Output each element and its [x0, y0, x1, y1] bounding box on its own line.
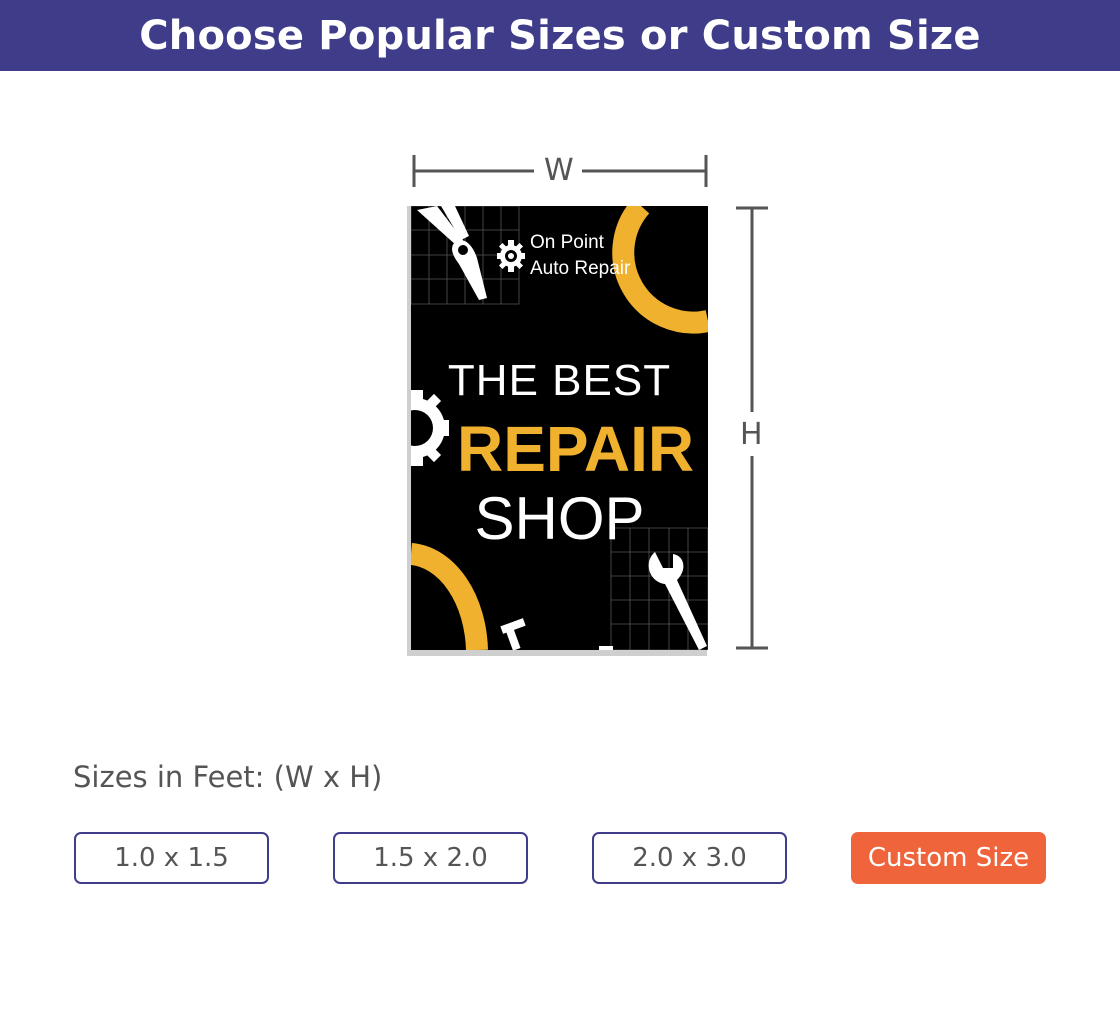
page-header: Choose Popular Sizes or Custom Size [0, 0, 1120, 71]
wrench-icon [648, 552, 707, 650]
custom-size-button[interactable]: Custom Size [851, 832, 1046, 884]
brand-name: On Point Auto Repair [530, 230, 630, 282]
page-title: Choose Popular Sizes or Custom Size [139, 12, 981, 59]
size-option-2-0x3-0[interactable]: 2.0 x 3.0 [592, 832, 787, 884]
size-option-1-5x2-0[interactable]: 1.5 x 2.0 [333, 832, 528, 884]
brand-line-2: Auto Repair [530, 258, 631, 279]
width-label: W [544, 153, 574, 188]
bolt-icon [500, 618, 613, 650]
headline-the-best: THE BEST [447, 356, 672, 405]
height-label: H [740, 417, 763, 452]
pliers-icon [417, 206, 487, 300]
size-option-1-0x1-5[interactable]: 1.0 x 1.5 [74, 832, 269, 884]
headline-shop: SHOP [474, 485, 645, 552]
brand-line-1: On Point [530, 232, 604, 253]
sizes-label: Sizes in Feet: (W x H) [73, 760, 383, 794]
sign-preview: On Point Auto Repair THE BEST REPAIR SHO… [411, 206, 708, 650]
gear-icon [497, 240, 525, 272]
headline-repair: REPAIR [457, 413, 695, 485]
